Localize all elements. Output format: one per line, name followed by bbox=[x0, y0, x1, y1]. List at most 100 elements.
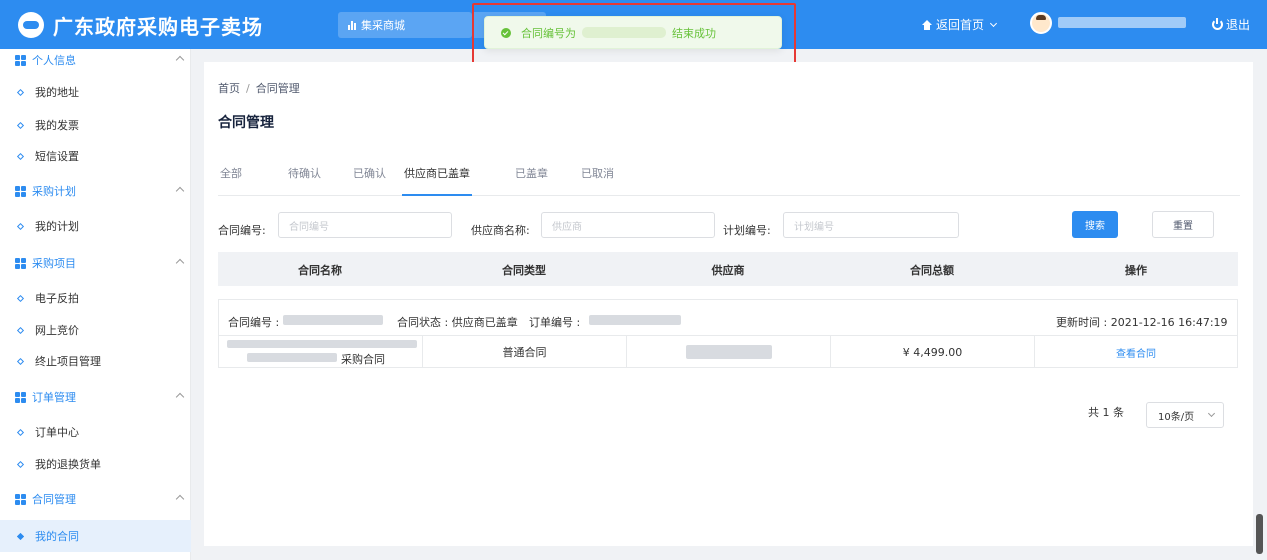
sidebar-item-label: 我的地址 bbox=[35, 86, 79, 99]
sidebar-item-terminated-projects[interactable]: 终止项目管理 bbox=[0, 346, 191, 376]
sidebar-item-label: 我的退换货单 bbox=[35, 458, 101, 471]
contract-status-text: 合同状态 : 供应商已盖章 bbox=[397, 316, 518, 329]
contract-no-text: 合同编号 : bbox=[228, 316, 280, 329]
reset-button[interactable]: 重置 bbox=[1152, 211, 1214, 238]
plan-no-label: 计划编号: bbox=[723, 224, 771, 237]
status-tabs: 全部 待确认 已确认 供应商已盖章 已盖章 已取消 bbox=[218, 157, 1240, 196]
column-contract-name: 合同名称 bbox=[298, 264, 342, 277]
chevron-up-icon bbox=[175, 392, 185, 402]
supplier-input[interactable]: 供应商 bbox=[541, 212, 715, 238]
breadcrumb: 首页 / 合同管理 bbox=[218, 80, 300, 96]
diamond-icon bbox=[16, 222, 25, 230]
pagination-total: 共 1 条 bbox=[1088, 406, 1124, 419]
sidebar-item-my-plan[interactable]: 我的计划 bbox=[0, 211, 191, 241]
order-no-text: 订单编号 : bbox=[529, 316, 581, 329]
mall-tab-label: 集采商城 bbox=[361, 19, 405, 32]
bar-chart-icon bbox=[348, 20, 358, 30]
order-no-redacted bbox=[589, 315, 681, 325]
updated-time: 更新时间 : 2021-12-16 16:47:19 bbox=[1056, 316, 1228, 329]
grid-icon bbox=[15, 493, 26, 505]
contract-no-label: 合同编号: bbox=[218, 224, 266, 237]
chevron-up-icon bbox=[175, 258, 185, 268]
sidebar-item-address[interactable]: 我的地址 bbox=[0, 77, 191, 107]
username-redacted bbox=[1058, 17, 1186, 28]
sidebar-item-order-center[interactable]: 订单中心 bbox=[0, 417, 191, 447]
contract-no-input[interactable]: 合同编号 bbox=[278, 212, 452, 238]
chevron-down-icon bbox=[989, 19, 998, 27]
diamond-icon bbox=[16, 121, 25, 129]
diamond-icon bbox=[16, 428, 25, 436]
diamond-icon bbox=[16, 532, 25, 540]
table-row: 合同编号 : 合同状态 : 供应商已盖章 订单编号 : 更新时间 : 2021-… bbox=[218, 299, 1238, 368]
grid-icon bbox=[15, 185, 26, 197]
breadcrumb-separator: / bbox=[246, 82, 250, 95]
sidebar-group-personal[interactable]: 个人信息 bbox=[0, 49, 191, 71]
chevron-down-icon bbox=[1207, 409, 1216, 418]
home-link-label: 返回首页 bbox=[936, 18, 985, 32]
sidebar-group-project[interactable]: 采购项目 bbox=[0, 252, 191, 274]
contract-type-cell: 普通合同 bbox=[423, 336, 627, 368]
chevron-up-icon bbox=[175, 494, 185, 504]
home-link[interactable]: 返回首页 bbox=[922, 16, 998, 33]
sidebar-item-invoice[interactable]: 我的发票 bbox=[0, 110, 191, 140]
sidebar-group-plan[interactable]: 采购计划 bbox=[0, 180, 191, 202]
view-contract-link[interactable]: 查看合同 bbox=[1116, 345, 1156, 360]
breadcrumb-home[interactable]: 首页 bbox=[218, 82, 240, 95]
tab-pending[interactable]: 待确认 bbox=[288, 165, 321, 196]
mall-tab[interactable]: 集采商城 bbox=[338, 12, 472, 38]
site-logo[interactable]: 广东政府采购电子卖场 bbox=[18, 12, 263, 39]
sidebar-group-label: 个人信息 bbox=[32, 54, 76, 67]
sidebar-item-label: 终止项目管理 bbox=[35, 355, 101, 368]
sidebar-item-returns[interactable]: 我的退换货单 bbox=[0, 449, 191, 479]
sidebar-group-contracts[interactable]: 合同管理 bbox=[0, 488, 191, 510]
diamond-icon bbox=[16, 294, 25, 302]
contract-name-cell: 采购合同 bbox=[219, 336, 423, 368]
search-button[interactable]: 搜索 bbox=[1072, 211, 1118, 238]
column-supplier: 供应商 bbox=[711, 264, 745, 277]
tab-all[interactable]: 全部 bbox=[220, 165, 242, 196]
amount-cell: ¥ 4,499.00 bbox=[831, 336, 1035, 368]
page-size-select[interactable]: 10条/页 bbox=[1146, 402, 1224, 428]
sidebar: 个人信息 我的地址 我的发票 短信设置 采购计划 我的计划 采购项目 电子反拍 … bbox=[0, 49, 191, 560]
column-action: 操作 bbox=[1125, 264, 1147, 277]
column-amount: 合同总额 bbox=[910, 264, 954, 277]
sidebar-item-label: 我的发票 bbox=[35, 119, 79, 132]
scrollbar-thumb[interactable] bbox=[1256, 514, 1263, 554]
chevron-up-icon bbox=[175, 55, 185, 65]
site-title: 广东政府采购电子卖场 bbox=[53, 14, 263, 39]
tab-supplier-sealed[interactable]: 供应商已盖章 bbox=[402, 165, 472, 196]
sidebar-item-label: 电子反拍 bbox=[35, 292, 79, 305]
sidebar-item-label: 订单中心 bbox=[35, 426, 79, 439]
grid-icon bbox=[15, 391, 26, 403]
supplier-label: 供应商名称: bbox=[471, 224, 530, 237]
tab-sealed[interactable]: 已盖章 bbox=[515, 165, 548, 196]
diamond-icon bbox=[16, 326, 25, 334]
tab-cancelled[interactable]: 已取消 bbox=[581, 165, 614, 196]
contract-row: 采购合同 普通合同 ¥ 4,499.00 查看合同 bbox=[219, 335, 1237, 368]
sidebar-item-online-bidding[interactable]: 网上竞价 bbox=[0, 315, 191, 345]
contract-name-redacted bbox=[227, 340, 417, 348]
home-icon bbox=[922, 19, 932, 30]
sidebar-group-label: 采购计划 bbox=[32, 185, 76, 198]
breadcrumb-current: 合同管理 bbox=[255, 82, 300, 95]
sidebar-item-label: 短信设置 bbox=[35, 150, 79, 163]
sidebar-item-reverse-auction[interactable]: 电子反拍 bbox=[0, 283, 191, 313]
tab-confirmed[interactable]: 已确认 bbox=[353, 165, 386, 196]
plan-no-input[interactable]: 计划编号 bbox=[783, 212, 959, 238]
sidebar-item-label: 网上竞价 bbox=[35, 324, 79, 337]
column-contract-type: 合同类型 bbox=[502, 264, 546, 277]
contract-name-redacted-2 bbox=[247, 353, 337, 362]
diamond-icon bbox=[16, 88, 25, 96]
contract-name-suffix: 采购合同 bbox=[341, 353, 385, 366]
sidebar-group-orders[interactable]: 订单管理 bbox=[0, 386, 191, 408]
supplier-redacted bbox=[685, 345, 772, 359]
avatar[interactable] bbox=[1030, 12, 1052, 34]
main-panel: 首页 / 合同管理 合同管理 全部 待确认 已确认 供应商已盖章 已盖章 已取消 合… bbox=[204, 62, 1253, 546]
logout-label: 退出 bbox=[1226, 18, 1251, 32]
logout-button[interactable]: 退出 bbox=[1212, 16, 1250, 33]
logo-icon bbox=[18, 12, 44, 38]
table-header: 合同名称 合同类型 供应商 合同总额 操作 bbox=[218, 252, 1238, 286]
sidebar-item-my-contracts[interactable]: 我的合同 bbox=[0, 520, 191, 552]
page-size-value: 10条/页 bbox=[1158, 411, 1195, 423]
sidebar-item-sms[interactable]: 短信设置 bbox=[0, 141, 191, 171]
